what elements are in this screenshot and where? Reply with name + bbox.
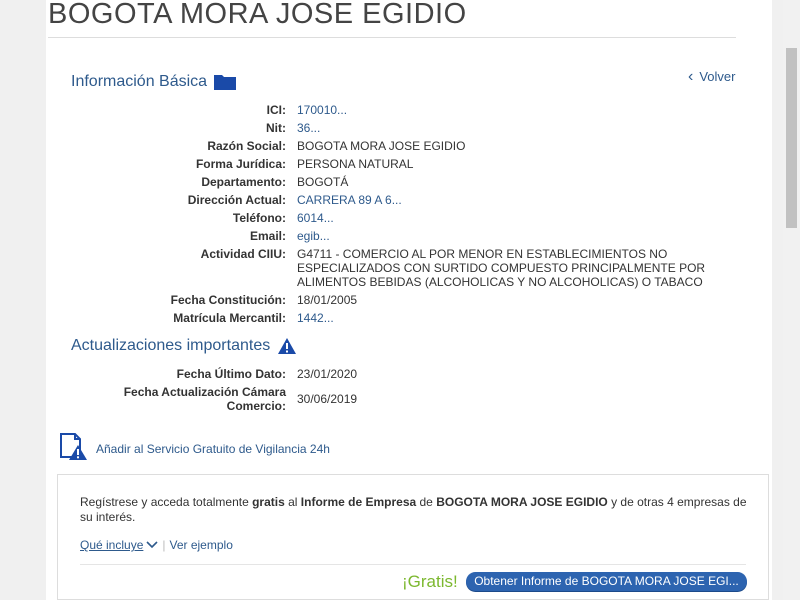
see-example-link[interactable]: Ver ejemplo <box>170 538 233 552</box>
vigilancia-label: Añadir al Servicio Gratuito de Vigilanci… <box>96 442 330 456</box>
field-label: Forma Jurídica: <box>195 157 286 171</box>
field-value-direccion[interactable]: CARRERA 89 A 6... <box>297 193 727 207</box>
promo-text: Regístrese y acceda totalmente gratis al… <box>80 495 752 525</box>
field-value-fecha-ultimo-dato: 23/01/2020 <box>297 367 358 381</box>
page-title: BOGOTA MORA JOSE EGIDIO <box>48 0 467 30</box>
promo-text-bold: gratis <box>252 495 285 509</box>
promo-text-bold: Informe de Empresa <box>300 495 417 509</box>
field-value-fecha-actualizacion: 30/06/2019 <box>297 392 358 406</box>
promo-text-bold: BOGOTA MORA JOSE EGIDIO <box>436 495 608 509</box>
promo-box: Regístrese y acceda totalmente gratis al… <box>57 474 769 600</box>
field-label: Email: <box>249 229 286 243</box>
field-label: Fecha Constitución: <box>170 293 286 307</box>
field-value-matricula[interactable]: 1442... <box>297 311 727 325</box>
field-label: Razón Social: <box>207 139 286 153</box>
field-value-fecha-constitucion: 18/01/2005 <box>297 293 358 307</box>
field-label: Matrícula Mercantil: <box>173 311 286 325</box>
document-alert-icon <box>58 431 88 464</box>
promo-divider <box>80 564 746 565</box>
field-label: Departamento: <box>201 175 286 189</box>
updates-heading: Actualizaciones importantes <box>71 337 297 355</box>
basic-info-heading: Información Básica <box>71 73 237 91</box>
field-label: Fecha Último Dato: <box>176 367 286 381</box>
promo-text-part: Regístrese y acceda totalmente <box>80 495 253 509</box>
folder-icon <box>214 74 237 90</box>
title-divider <box>48 37 736 38</box>
promo-text-part: al <box>284 495 301 509</box>
back-link[interactable]: ‹ Volver <box>688 68 736 85</box>
page: BOGOTA MORA JOSE EGIDIO Información Bási… <box>0 0 783 600</box>
promo-links: Qué incluye | Ver ejemplo <box>80 538 233 552</box>
promo-text-part: de <box>416 495 437 509</box>
field-value-actividad-ciiu: G4711 - COMERCIO AL POR MENOR EN ESTABLE… <box>297 247 706 289</box>
field-label: Dirección Actual: <box>187 193 286 207</box>
field-label: ICI: <box>266 103 286 117</box>
field-value-email[interactable]: egib... <box>297 229 727 243</box>
field-value-razon-social: BOGOTA MORA JOSE EGIDIO <box>297 139 466 153</box>
vigilancia-link[interactable]: Añadir al Servicio Gratuito de Vigilanci… <box>58 431 330 464</box>
warning-icon <box>277 337 297 355</box>
field-label: Fecha Actualización Cámara Comercio: <box>123 385 286 413</box>
field-value-telefono[interactable]: 6014... <box>297 211 727 225</box>
back-link-label: Volver <box>699 69 736 84</box>
updates-heading-label: Actualizaciones importantes <box>71 337 271 354</box>
chevron-down-icon[interactable] <box>146 541 158 549</box>
chevron-left-icon: ‹ <box>688 68 694 85</box>
vertical-scrollbar[interactable] <box>783 0 800 600</box>
field-value-forma-juridica: PERSONA NATURAL <box>297 157 414 171</box>
field-value-ici[interactable]: 170010... <box>297 103 727 117</box>
scrollbar-thumb[interactable] <box>786 48 797 228</box>
what-includes-link[interactable]: Qué incluye <box>80 538 143 552</box>
field-label: Actividad CIIU: <box>200 247 286 261</box>
basic-info-heading-label: Información Básica <box>71 73 208 90</box>
gratis-label: ¡Gratis! <box>402 572 458 591</box>
field-value-departamento: BOGOTÁ <box>297 175 349 189</box>
field-label: Nit: <box>266 121 286 135</box>
field-value-nit[interactable]: 36... <box>297 121 727 135</box>
link-separator: | <box>162 538 166 552</box>
get-report-button[interactable]: Obtener Informe de BOGOTA MORA JOSE EGI.… <box>466 572 747 591</box>
field-label: Teléfono: <box>232 211 286 225</box>
